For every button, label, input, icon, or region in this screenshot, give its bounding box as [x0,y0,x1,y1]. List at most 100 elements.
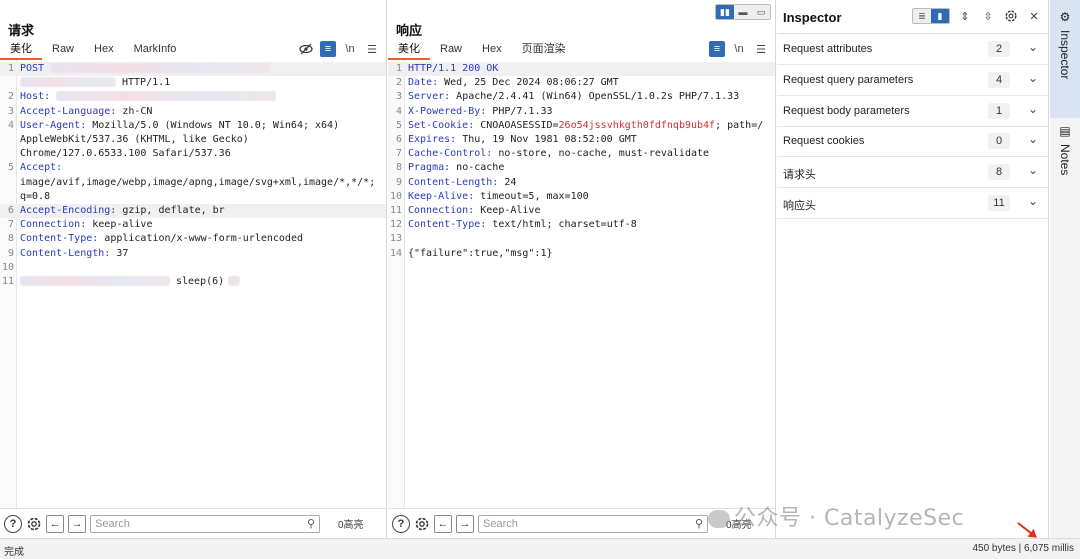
header-value: HTTP/1.1 [122,77,171,89]
header-value: Wed, 25 Dec 2024 08:06:27 GMT [438,77,619,89]
request-tab-raw[interactable]: Raw [42,42,84,60]
response-editor[interactable]: 1 HTTP/1.1 200 OK 2 Date: Wed, 25 Dec 2024 … [388,60,775,508]
chevron-down-icon[interactable]: ⌄ [1028,163,1038,177]
line-content: Content-Type: application/x-www-form-url… [20,232,303,246]
cookie-value: 26o54jssvhkgth0fdfnqb9ub4f [558,119,716,131]
line-content: HTTP/1.1 200 OK [408,62,498,76]
inspector-section-count: 11 [988,195,1010,211]
menu-icon[interactable]: ☰ [753,41,769,57]
chevron-down-icon[interactable]: ⌄ [1028,102,1038,116]
settings-gear-icon[interactable] [26,516,42,532]
request-tab-pretty[interactable]: 美化 [0,42,42,60]
newline-toggle-icon[interactable]: \n [731,41,747,57]
prev-match-button[interactable]: ← [434,514,452,533]
header-key: Content-Length: [408,176,499,188]
request-title: 请求 [8,23,35,38]
inspector-list-icon[interactable]: ≣ [913,9,931,23]
hide-eye-icon[interactable] [298,41,314,57]
line-content: Server: Apache/2.4.41 (Win64) OpenSSL/1.… [408,90,739,104]
request-search-bar: ? ← → Search ⚲ 0高亮 [0,508,386,538]
line-number: 9 [7,247,14,259]
line-number: 3 [395,91,402,103]
inspector-split-icon[interactable]: ▮ [931,9,949,23]
layout-side-by-side-icon[interactable]: ▮▮ [716,5,734,19]
inspector-section-row[interactable]: Request cookies 0 ⌄ [777,126,1048,158]
rail-tab-inspector[interactable]: ⚙ Inspector [1050,0,1080,118]
request-tab-hex[interactable]: Hex [84,42,124,60]
layout-tabs-icon[interactable]: ▭ [752,5,770,19]
response-search-placeholder: Search [483,517,518,530]
header-key: Accept: [20,162,63,174]
redacted-text [20,77,116,88]
close-icon[interactable]: ✕ [1026,8,1042,24]
line-content: HTTP/1.1 [20,76,170,90]
response-tab-render[interactable]: 页面渲染 [512,42,576,60]
help-icon[interactable]: ? [4,514,22,533]
line-content: Keep-Alive: timeout=5, max=100 [408,190,589,204]
inspector-section-row[interactable]: Request body parameters 1 ⌄ [777,96,1048,127]
chevron-down-icon[interactable]: ⌄ [1028,40,1038,54]
inspector-section-row[interactable]: 响应头 11 ⌄ [777,188,1048,219]
response-title: 响应 [396,23,423,38]
inspector-settings-icon[interactable] [1003,8,1019,24]
header-value: CNOAOASESSID= [474,119,559,131]
inspector-section-label: Request cookies [783,135,865,148]
response-tab-pretty[interactable]: 美化 [388,42,430,60]
line-number: 5 [7,162,14,174]
header-key: Server: [408,91,451,103]
response-tab-hex[interactable]: Hex [472,42,512,60]
layout-stacked-icon[interactable]: ▬ [734,5,752,19]
line-content: sleep(6) [20,275,241,289]
code-line: image/avif,image/webp,image/apng,image/s… [0,176,386,190]
line-content: {"failure":true,"msg":1} [408,247,553,261]
line-content: Accept-Language: zh-CN [20,105,152,119]
line-content: X-Powered-By: PHP/7.1.33 [408,105,553,119]
request-editor[interactable]: 1 POST HTTP/1.1 2 Host: 3 Accept-Language: zh-… [0,60,386,508]
status-text: 完成 [4,547,24,558]
header-key: Accept-Language: [20,105,117,117]
line-content: Cache-Control: no-store, no-cache, must-… [408,147,709,161]
header-key: Pragma: [408,162,451,174]
prev-match-button[interactable]: ← [46,514,64,533]
help-icon[interactable]: ? [392,514,410,533]
line-content: User-Agent: Mozilla/5.0 (Windows NT 10.0… [20,119,339,133]
inspector-section-row[interactable]: Request query parameters 4 ⌄ [777,65,1048,96]
response-tab-raw[interactable]: Raw [430,42,472,60]
inspector-section-count: 8 [988,164,1010,181]
code-line: 2 Host: [0,90,386,104]
request-search-input[interactable]: Search ⚲ [90,514,320,533]
search-icon: ⚲ [306,517,315,530]
line-number: 3 [7,105,14,117]
chevron-down-icon[interactable]: ⌄ [1028,71,1038,85]
side-rail: ⚙ Inspector ▤ Notes [1050,0,1080,538]
request-tab-markinfo[interactable]: MarkInfo [124,42,187,60]
code-line: 1 POST [0,62,386,76]
line-content: Connection: keep-alive [20,218,152,232]
wrap-lines-icon[interactable]: ≡ [320,41,336,57]
line-number: 1 [7,63,14,74]
header-key: Content-Type: [408,219,487,231]
line-number: 14 [389,247,402,259]
collapse-all-icon[interactable]: ⇳ [980,8,996,24]
code-line: 2 Date: Wed, 25 Dec 2024 08:06:27 GMT [388,76,775,90]
newline-toggle-icon[interactable]: \n [342,41,358,57]
rail-tab-notes[interactable]: ▤ Notes [1050,118,1080,198]
line-number: 10 [389,190,402,202]
inspector-section-row[interactable]: 请求头 8 ⌄ [777,157,1048,189]
line-number: 12 [389,219,402,231]
code-line: 8 Content-Type: application/x-www-form-ur… [0,232,386,246]
settings-gear-icon[interactable] [414,516,430,532]
chevron-down-icon[interactable]: ⌄ [1028,194,1038,208]
chevron-down-icon[interactable]: ⌄ [1028,132,1038,146]
expand-all-icon[interactable]: ⇕ [957,8,973,24]
line-number: 7 [7,219,14,231]
inspector-section-row[interactable]: Request attributes 2 ⌄ [777,34,1048,65]
next-match-button[interactable]: → [456,514,474,533]
watermark-text: 公众号 · CatalyzeSec [734,506,965,531]
menu-icon[interactable]: ☰ [364,41,380,57]
next-match-button[interactable]: → [68,514,86,533]
wrap-lines-icon[interactable]: ≡ [709,41,725,57]
request-tabs: 美化 Raw Hex MarkInfo ≡ \n ☰ [0,40,386,60]
code-line: 1 HTTP/1.1 200 OK [388,62,775,76]
response-search-input[interactable]: Search ⚲ [478,514,708,533]
